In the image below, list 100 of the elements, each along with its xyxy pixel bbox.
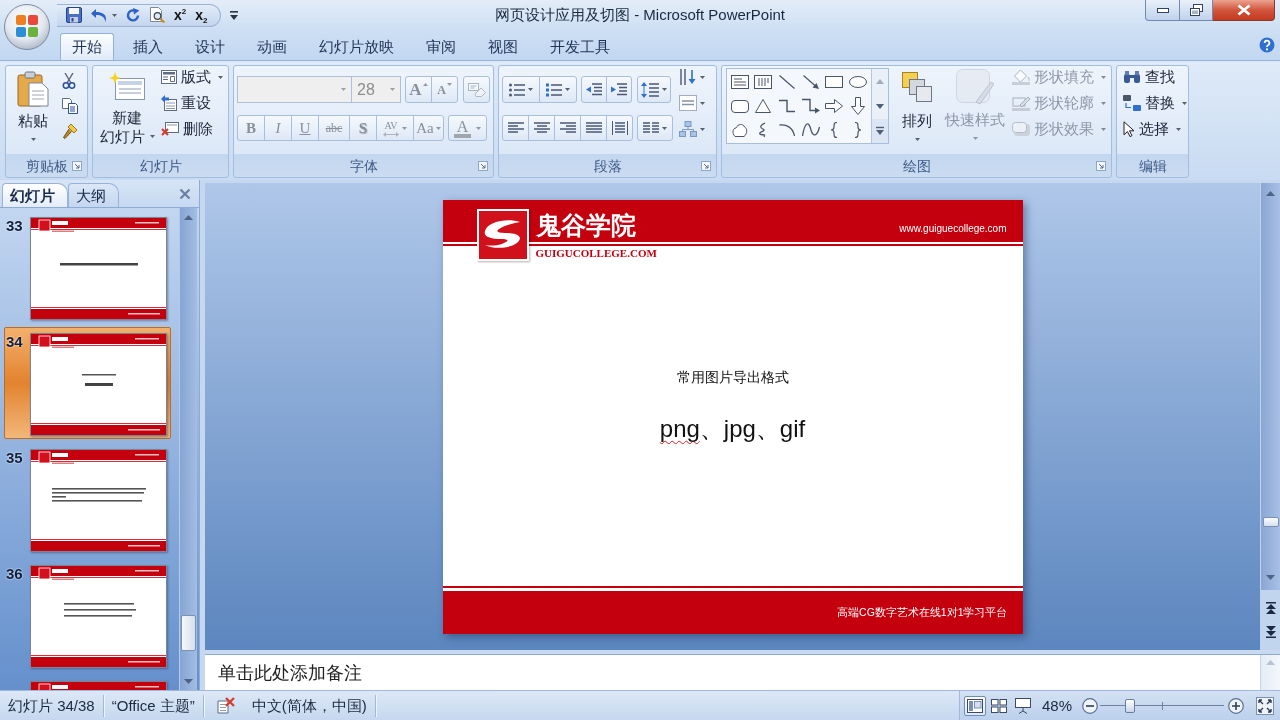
- zoom-out-icon[interactable]: [1082, 697, 1098, 714]
- ribbon-tab[interactable]: 审阅: [410, 33, 472, 60]
- slide-thumbnail[interactable]: 35: [4, 443, 171, 555]
- pane-tab[interactable]: 幻灯片: [2, 183, 68, 207]
- close-button[interactable]: [1213, 0, 1275, 21]
- oval-icon[interactable]: [849, 76, 868, 88]
- select-button[interactable]: 选择: [1123, 116, 1187, 142]
- right-brace-icon[interactable]: [854, 122, 863, 138]
- caret-icon: [700, 101, 705, 105]
- curve-icon[interactable]: [801, 123, 820, 137]
- rectangle-icon[interactable]: [825, 76, 844, 88]
- down-arrow-icon[interactable]: [851, 97, 866, 115]
- scroll-down-icon[interactable]: [1266, 575, 1275, 580]
- scrollbar-thumb[interactable]: [181, 615, 196, 651]
- justify-button[interactable]: [580, 115, 607, 141]
- next-slide-icon[interactable]: [1265, 625, 1276, 638]
- reset-button[interactable]: 重设: [161, 90, 223, 116]
- save-icon[interactable]: [66, 7, 82, 23]
- zoom-level[interactable]: 48%: [1041, 695, 1072, 716]
- more-icon[interactable]: [872, 119, 888, 143]
- fit-to-window-icon[interactable]: [1256, 696, 1274, 715]
- scroll-down-icon[interactable]: [184, 679, 193, 684]
- ribbon-tab[interactable]: 幻灯片放映: [303, 33, 410, 60]
- previous-slide-icon[interactable]: [1265, 602, 1276, 615]
- center-button[interactable]: [528, 115, 555, 141]
- slide-thumbnail[interactable]: 36: [4, 559, 171, 671]
- arc-icon[interactable]: [779, 123, 796, 137]
- ribbon-tab[interactable]: 开发工具: [534, 33, 626, 60]
- scissors-icon[interactable]: [62, 73, 76, 89]
- delete-slide-button[interactable]: 删除: [161, 116, 223, 142]
- slide-number: 36: [5, 565, 24, 583]
- ribbon-tab[interactable]: 动画: [241, 33, 303, 60]
- print-preview-icon[interactable]: [149, 7, 165, 23]
- dialog-launcher-icon[interactable]: [1096, 161, 1106, 171]
- line-icon[interactable]: [779, 75, 796, 89]
- decrease-indent-button[interactable]: [581, 76, 607, 103]
- language-label[interactable]: 中文(简体，中国): [243, 695, 375, 716]
- undo-icon[interactable]: [91, 8, 107, 22]
- left-brace-icon[interactable]: [830, 122, 839, 138]
- subscript-button[interactable]: x$_{2}$: [195, 6, 208, 24]
- paste-button[interactable]: 粘贴: [10, 68, 56, 154]
- increase-indent-button[interactable]: [606, 76, 632, 103]
- decrease-indent-icon: [586, 82, 602, 97]
- line-spacing-button[interactable]: [637, 76, 671, 103]
- ribbon-tab[interactable]: 设计: [179, 33, 241, 60]
- columns-button[interactable]: [637, 115, 673, 141]
- rounded-rectangle-icon[interactable]: [730, 99, 749, 113]
- replace-button[interactable]: 替换: [1123, 90, 1187, 116]
- right-arrow-icon[interactable]: [825, 99, 844, 113]
- distribute-button[interactable]: [606, 115, 633, 141]
- ribbon-tab[interactable]: 视图: [472, 33, 534, 60]
- slide-thumbnail[interactable]: 34: [4, 327, 171, 439]
- scroll-up-icon[interactable]: [1266, 191, 1275, 196]
- triangle-icon[interactable]: [755, 99, 772, 113]
- reset-icon: [161, 95, 177, 111]
- numbering-button[interactable]: [539, 76, 577, 103]
- minimize-button[interactable]: [1145, 0, 1180, 21]
- caret-icon: [1101, 75, 1106, 79]
- zoom-in-icon[interactable]: [1228, 697, 1244, 714]
- find-button[interactable]: 查找: [1123, 64, 1187, 90]
- caret-icon: [1101, 127, 1106, 131]
- elbow-connector-icon[interactable]: [779, 99, 796, 113]
- ribbon-tab[interactable]: 开始: [60, 33, 114, 60]
- scroll-up-icon[interactable]: [184, 215, 193, 220]
- copy-icon[interactable]: [62, 98, 78, 114]
- ribbon-tab[interactable]: 插入: [117, 33, 179, 60]
- bullets-button[interactable]: [502, 76, 540, 103]
- scrollbar-thumb[interactable]: [1262, 517, 1279, 527]
- scroll-down-icon[interactable]: [872, 94, 888, 119]
- align-text-button[interactable]: [679, 92, 705, 114]
- customize-toolbar-icon[interactable]: [229, 10, 238, 20]
- freeform-icon[interactable]: [731, 123, 748, 137]
- text-box-icon[interactable]: [730, 75, 749, 89]
- dialog-launcher-icon[interactable]: [72, 161, 82, 171]
- replace-icon: [1123, 95, 1141, 111]
- normal-view-button[interactable]: [963, 695, 986, 716]
- slide-thumbnail[interactable]: 33: [4, 211, 171, 323]
- paintbrush-icon[interactable]: [62, 123, 78, 139]
- redo-icon[interactable]: [126, 8, 140, 22]
- caret-icon[interactable]: [112, 13, 117, 17]
- notes-field[interactable]: 单击此处添加备注: [205, 655, 1260, 690]
- text-direction-button[interactable]: [679, 66, 705, 88]
- layout-button[interactable]: 版式: [161, 64, 223, 90]
- dialog-launcher-icon[interactable]: [701, 161, 711, 171]
- vertical-text-box-icon[interactable]: [754, 75, 773, 89]
- help-icon[interactable]: [1259, 37, 1275, 53]
- close-icon[interactable]: [179, 187, 191, 200]
- arrow-icon[interactable]: [802, 75, 819, 89]
- restore-button[interactable]: [1180, 0, 1213, 21]
- elbow-arrow-icon[interactable]: [801, 98, 820, 114]
- text-direction-icon: [679, 68, 697, 86]
- superscript-button[interactable]: x$^{2}$: [174, 6, 187, 24]
- spell-check-icon[interactable]: [215, 697, 236, 714]
- pane-tab[interactable]: 大纲: [68, 183, 119, 207]
- dialog-launcher-icon[interactable]: [478, 161, 488, 171]
- zoom-slider-thumb[interactable]: [1124, 698, 1135, 713]
- align-right-button[interactable]: [554, 115, 581, 141]
- arrange-button[interactable]: 排列: [895, 68, 939, 154]
- align-left-button[interactable]: [502, 115, 529, 141]
- new-slide-button[interactable]: 新建 幻灯片: [97, 66, 157, 154]
